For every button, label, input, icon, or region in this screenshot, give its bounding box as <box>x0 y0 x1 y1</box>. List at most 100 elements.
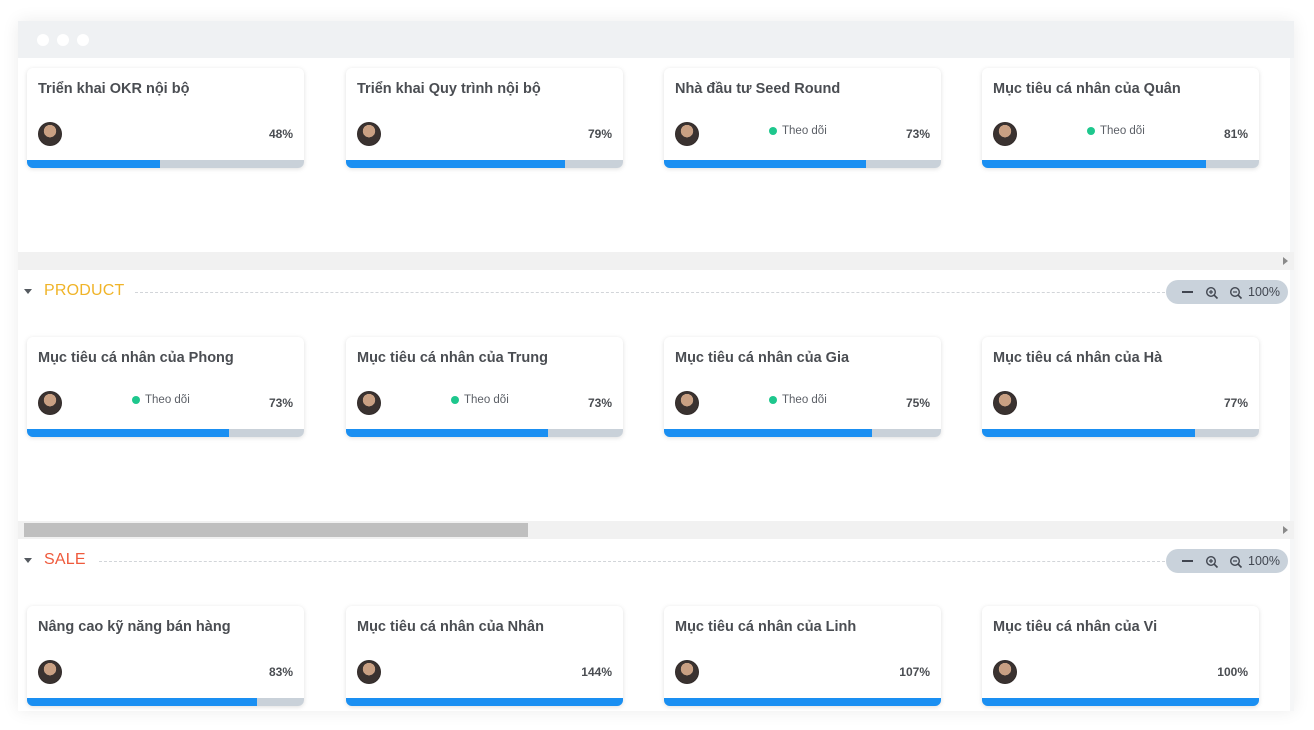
zoom-reset-icon[interactable] <box>1182 560 1193 562</box>
user-avatar[interactable] <box>993 391 1017 415</box>
progress-bar <box>664 160 941 168</box>
progress-bar <box>27 698 304 706</box>
objective-card[interactable]: Triển khai Quy trình nội bộ 79% <box>346 68 623 168</box>
follow-status[interactable]: Theo dõi <box>132 394 190 406</box>
follow-status[interactable]: Theo dõi <box>769 394 827 406</box>
scrollbar-thumb[interactable] <box>24 523 528 537</box>
follow-status-dot-icon <box>769 127 777 135</box>
group-divider <box>99 561 1165 562</box>
objective-card[interactable]: Mục tiêu cá nhân của Trung Theo dõi 73% <box>346 337 623 437</box>
zoom-out-icon[interactable] <box>1229 286 1243 300</box>
group-title[interactable]: SALE <box>44 551 86 569</box>
card-title: Triển khai Quy trình nội bộ <box>357 81 541 97</box>
progress-percent: 75% <box>905 396 930 410</box>
zoom-level: 100% <box>1248 554 1280 568</box>
progress-bar-fill <box>27 429 230 437</box>
user-avatar[interactable] <box>38 660 62 684</box>
progress-percent: 83% <box>268 665 293 679</box>
card-title: Triển khai OKR nội bộ <box>38 81 190 97</box>
progress-bar-fill <box>346 698 623 706</box>
objective-card[interactable]: Mục tiêu cá nhân của Nhân 144% <box>346 606 623 706</box>
user-avatar[interactable] <box>993 660 1017 684</box>
group-header-product: PRODUCT 100% <box>18 277 1294 307</box>
progress-percent: 79% <box>587 127 612 141</box>
card-title: Mục tiêu cá nhân của Hà <box>993 350 1163 366</box>
progress-bar-fill <box>27 160 160 168</box>
progress-bar-fill <box>27 698 257 706</box>
follow-status-dot-icon <box>132 396 140 404</box>
group-title[interactable]: PRODUCT <box>44 282 125 300</box>
progress-percent: 48% <box>268 127 293 141</box>
user-avatar[interactable] <box>357 660 381 684</box>
collapse-caret-icon[interactable] <box>24 289 32 294</box>
zoom-control: 100% <box>1166 280 1288 304</box>
follow-label: Theo dõi <box>145 394 190 406</box>
zoom-level: 100% <box>1248 285 1280 299</box>
progress-percent: 77% <box>1223 396 1248 410</box>
card-title: Mục tiêu cá nhân của Nhân <box>357 619 544 635</box>
user-avatar[interactable] <box>38 122 62 146</box>
objective-card[interactable]: Nâng cao kỹ năng bán hàng 83% <box>27 606 304 706</box>
progress-bar-fill <box>982 160 1207 168</box>
follow-status[interactable]: Theo dõi <box>769 125 827 137</box>
objective-card[interactable]: Triển khai OKR nội bộ 48% <box>27 68 304 168</box>
app-window: Triển khai OKR nội bộ 48% Triển khai Quy… <box>18 21 1294 711</box>
progress-bar <box>346 429 623 437</box>
progress-bar-fill <box>346 429 549 437</box>
user-avatar[interactable] <box>357 122 381 146</box>
progress-bar <box>27 160 304 168</box>
follow-status-dot-icon <box>451 396 459 404</box>
follow-label: Theo dõi <box>782 394 827 406</box>
progress-bar-fill <box>664 160 867 168</box>
card-title: Nhà đầu tư Seed Round <box>675 81 841 97</box>
objective-card[interactable]: Mục tiêu cá nhân của Phong Theo dõi 73% <box>27 337 304 437</box>
zoom-in-icon[interactable] <box>1205 555 1219 569</box>
objective-card[interactable]: Mục tiêu cá nhân của Vi 100% <box>982 606 1259 706</box>
zoom-control: 100% <box>1166 549 1288 573</box>
window-close-dot[interactable] <box>37 34 49 46</box>
window-minimize-dot[interactable] <box>57 34 69 46</box>
horizontal-scrollbar[interactable] <box>18 252 1294 270</box>
user-avatar[interactable] <box>357 391 381 415</box>
follow-status-dot-icon <box>769 396 777 404</box>
card-title: Mục tiêu cá nhân của Trung <box>357 350 548 366</box>
objective-card[interactable]: Nhà đầu tư Seed Round Theo dõi 73% <box>664 68 941 168</box>
progress-bar-fill <box>982 429 1196 437</box>
progress-percent: 144% <box>581 665 612 679</box>
user-avatar[interactable] <box>993 122 1017 146</box>
scroll-right-arrow-icon[interactable] <box>1283 526 1288 534</box>
user-avatar[interactable] <box>675 391 699 415</box>
card-title: Mục tiêu cá nhân của Vi <box>993 619 1158 635</box>
window-titlebar <box>18 21 1294 58</box>
objective-card[interactable]: Mục tiêu cá nhân của Gia Theo dõi 75% <box>664 337 941 437</box>
user-avatar[interactable] <box>675 660 699 684</box>
user-avatar[interactable] <box>38 391 62 415</box>
vertical-scroll-edge <box>1290 58 1294 711</box>
progress-bar-fill <box>664 698 941 706</box>
card-title: Mục tiêu cá nhân của Gia <box>675 350 850 366</box>
follow-status-dot-icon <box>1087 127 1095 135</box>
objective-card[interactable]: Mục tiêu cá nhân của Hà 77% <box>982 337 1259 437</box>
user-avatar[interactable] <box>675 122 699 146</box>
scroll-right-arrow-icon[interactable] <box>1283 257 1288 265</box>
zoom-reset-icon[interactable] <box>1182 291 1193 293</box>
follow-status[interactable]: Theo dõi <box>1087 125 1145 137</box>
card-title: Mục tiêu cá nhân của Quân <box>993 81 1181 97</box>
objective-card[interactable]: Mục tiêu cá nhân của Linh 107% <box>664 606 941 706</box>
progress-bar-fill <box>346 160 565 168</box>
card-title: Nâng cao kỹ năng bán hàng <box>38 619 231 635</box>
zoom-out-icon[interactable] <box>1229 555 1243 569</box>
zoom-in-icon[interactable] <box>1205 286 1219 300</box>
objective-card[interactable]: Mục tiêu cá nhân của Quân Theo dõi 81% <box>982 68 1259 168</box>
progress-bar <box>664 698 941 706</box>
progress-bar-fill <box>664 429 872 437</box>
follow-label: Theo dõi <box>1100 125 1145 137</box>
card-title: Mục tiêu cá nhân của Linh <box>675 619 857 635</box>
group-header-sale: SALE 100% <box>18 546 1294 576</box>
follow-status[interactable]: Theo dõi <box>451 394 509 406</box>
window-maximize-dot[interactable] <box>77 34 89 46</box>
horizontal-scrollbar[interactable] <box>18 521 1294 539</box>
collapse-caret-icon[interactable] <box>24 558 32 563</box>
group-divider <box>135 292 1165 293</box>
follow-label: Theo dõi <box>464 394 509 406</box>
